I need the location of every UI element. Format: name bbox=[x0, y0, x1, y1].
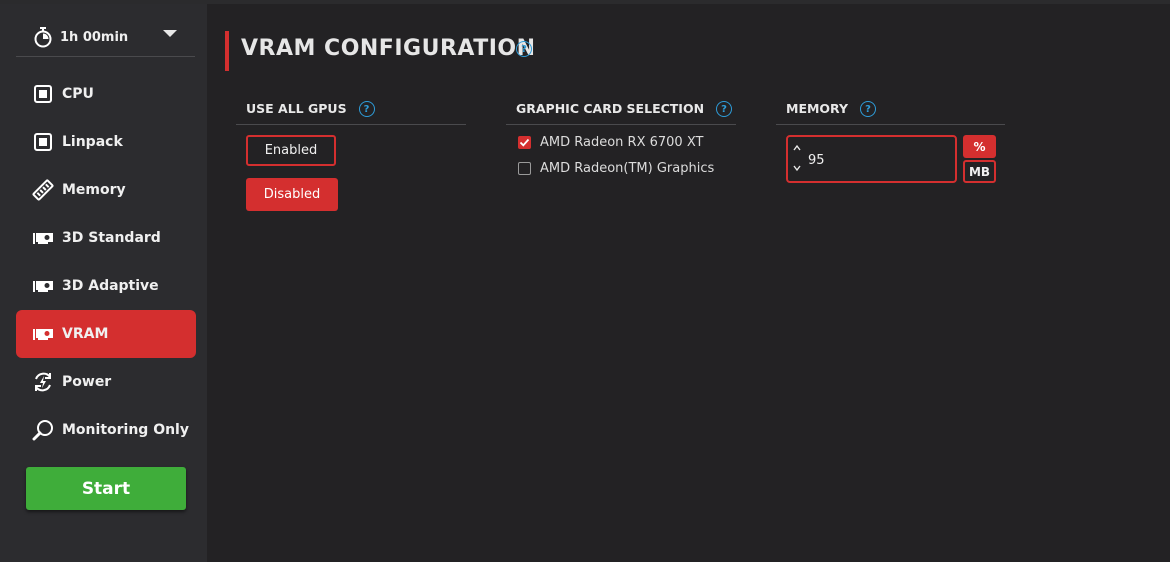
gpu-icon bbox=[32, 227, 54, 249]
gpu-icon bbox=[32, 323, 54, 345]
graphic-card-selection-header: GRAPHIC CARD SELECTION ? bbox=[506, 100, 736, 125]
stopwatch-icon bbox=[34, 27, 52, 48]
sidebar-item-memory[interactable]: Memory bbox=[16, 166, 196, 214]
checkbox-checked[interactable] bbox=[518, 136, 531, 149]
power-cycle-icon bbox=[32, 371, 54, 393]
memory-header: MEMORY ? bbox=[776, 100, 1005, 125]
checkbox-unchecked[interactable] bbox=[518, 162, 531, 175]
help-icon[interactable]: ? bbox=[716, 101, 733, 117]
gpu-option-label: AMD Radeon(TM) Graphics bbox=[540, 161, 715, 176]
sidebar-item-label: 3D Adaptive bbox=[62, 278, 159, 294]
unit-percent-button[interactable]: % bbox=[963, 135, 996, 158]
sidebar-nav: CPU Linpack Memory 3D Standard 3D Adapti… bbox=[16, 70, 196, 454]
memory-stepper[interactable] bbox=[786, 135, 957, 183]
gpu-option-radeon-graphics[interactable]: AMD Radeon(TM) Graphics bbox=[518, 161, 714, 176]
section-label: MEMORY bbox=[786, 101, 849, 116]
unit-mb-button[interactable]: MB bbox=[963, 160, 996, 183]
sidebar-item-vram[interactable]: VRAM bbox=[16, 310, 196, 358]
sidebar-item-cpu[interactable]: CPU bbox=[16, 70, 196, 118]
gpu-option-label: AMD Radeon RX 6700 XT bbox=[540, 135, 704, 150]
title-accent-bar bbox=[225, 31, 229, 71]
start-button[interactable]: Start bbox=[26, 467, 186, 510]
memory-value-input[interactable] bbox=[808, 151, 928, 169]
page-title: VRAM CONFIGURATION bbox=[241, 36, 536, 61]
chevron-down-icon[interactable] bbox=[792, 163, 802, 173]
help-icon[interactable]: ? bbox=[860, 101, 877, 117]
help-icon[interactable]: ? bbox=[358, 101, 375, 117]
cpu-icon bbox=[32, 83, 54, 105]
sidebar-item-3d-standard[interactable]: 3D Standard bbox=[16, 214, 196, 262]
chevron-up-icon[interactable] bbox=[792, 143, 802, 153]
use-all-gpus-header: USE ALL GPUS ? bbox=[236, 100, 466, 125]
sidebar-item-label: 3D Standard bbox=[62, 230, 161, 246]
sidebar-item-3d-adaptive[interactable]: 3D Adaptive bbox=[16, 262, 196, 310]
duration-value: 1h 00min bbox=[60, 29, 129, 45]
sidebar-item-linpack[interactable]: Linpack bbox=[16, 118, 196, 166]
disabled-button[interactable]: Disabled bbox=[246, 178, 338, 211]
sidebar-item-label: Power bbox=[62, 374, 112, 390]
sidebar: 1h 00min CPU Linpack Memory 3D Standard … bbox=[0, 4, 207, 562]
magnifier-icon bbox=[32, 419, 54, 441]
help-icon[interactable]: ? bbox=[516, 41, 532, 57]
sidebar-item-label: Memory bbox=[62, 182, 126, 198]
gpu-option-rx6700xt[interactable]: AMD Radeon RX 6700 XT bbox=[518, 135, 703, 150]
enabled-button[interactable]: Enabled bbox=[246, 135, 336, 166]
section-label: GRAPHIC CARD SELECTION bbox=[516, 101, 705, 116]
duration-dropdown[interactable]: 1h 00min bbox=[16, 18, 195, 57]
memory-stick-icon bbox=[32, 179, 54, 201]
section-label: USE ALL GPUS bbox=[246, 101, 347, 116]
chevron-down-icon[interactable] bbox=[163, 30, 177, 37]
gpu-icon bbox=[32, 275, 54, 297]
sidebar-item-label: VRAM bbox=[62, 326, 109, 342]
sidebar-item-label: Linpack bbox=[62, 134, 123, 150]
sidebar-item-label: Monitoring Only bbox=[62, 422, 189, 438]
cpu-icon bbox=[32, 131, 54, 153]
sidebar-item-label: CPU bbox=[62, 86, 94, 102]
sidebar-item-monitoring-only[interactable]: Monitoring Only bbox=[16, 406, 196, 454]
sidebar-item-power[interactable]: Power bbox=[16, 358, 196, 406]
